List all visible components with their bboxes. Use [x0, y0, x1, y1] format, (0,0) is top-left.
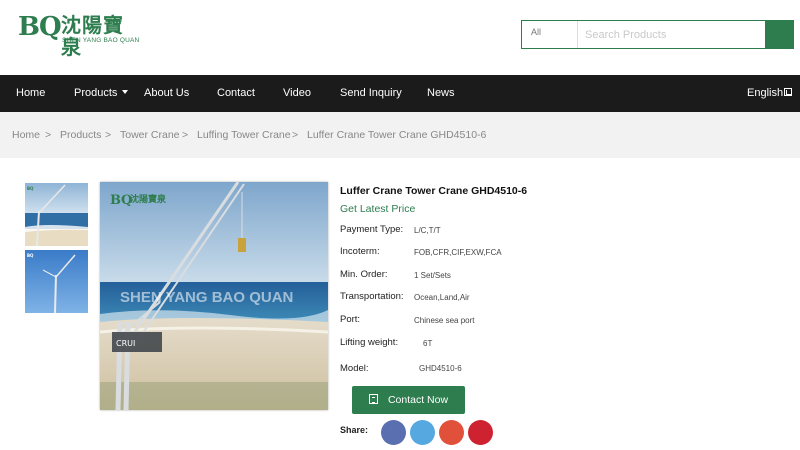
- spec-value-payment-type: L/C,T/T: [414, 226, 441, 235]
- nav-label: Video: [283, 87, 311, 99]
- thumbnail-2[interactable]: BQ: [25, 250, 88, 313]
- search-category-select[interactable]: All: [522, 21, 578, 48]
- language-label: English: [747, 87, 784, 99]
- logo-chinese-name: 沈陽寶泉: [61, 13, 124, 59]
- thumbnail-image: BQ: [25, 250, 88, 313]
- breadcrumb-separator: >: [45, 129, 52, 141]
- breadcrumb-separator: >: [182, 129, 189, 141]
- product-main-image[interactable]: CRUI BQ 沈陽寶泉 SHEN YANG BAO QUAN: [100, 182, 328, 410]
- svg-text:BQ: BQ: [27, 186, 34, 191]
- spec-value-incoterm: FOB,CFR,CIF,EXW,FCA: [414, 248, 502, 257]
- breadcrumb-separator: >: [105, 129, 112, 141]
- chevron-down-icon: [122, 90, 129, 94]
- get-latest-price-link[interactable]: Get Latest Price: [340, 203, 415, 215]
- nav-item-send-inquiry[interactable]: Send Inquiry: [340, 75, 402, 112]
- spec-value-port: Chinese sea port: [414, 316, 475, 325]
- logo-mark: BQ: [18, 12, 62, 42]
- search-input[interactable]: [579, 21, 767, 48]
- nav-label: Home: [16, 87, 46, 99]
- breadcrumb-separator: >: [292, 129, 299, 141]
- nav-label: Products: [74, 87, 118, 99]
- spec-label-payment-type: Payment Type:: [340, 224, 404, 235]
- nav-item-contact[interactable]: Contact: [217, 75, 255, 112]
- spec-label-port: Port:: [340, 314, 361, 325]
- language-switcher[interactable]: English: [747, 75, 793, 112]
- search-button[interactable]: [765, 21, 793, 48]
- share-twitter-icon[interactable]: [410, 420, 435, 445]
- site-header: BQ 沈陽寶泉 SHEN YANG BAO QUAN All: [0, 0, 800, 75]
- svg-text:CRUI: CRUI: [116, 339, 135, 348]
- spec-label-lifting-weight: Lifting weight:: [340, 337, 399, 348]
- nav-item-home[interactable]: Home: [16, 75, 45, 112]
- spec-label-incoterm: Incoterm:: [340, 246, 380, 257]
- product-photo: CRUI BQ 沈陽寶泉 SHEN YANG BAO QUAN: [100, 182, 328, 410]
- site-logo[interactable]: BQ 沈陽寶泉 SHEN YANG BAO QUAN: [18, 12, 139, 58]
- spec-value-model: GHD4510-6: [419, 364, 462, 373]
- main-nav: Home Products About Us Contact Video Sen…: [0, 75, 800, 112]
- thumbnail-1[interactable]: BQ: [25, 183, 88, 246]
- spec-label-transportation: Transportation:: [340, 291, 404, 302]
- search-bar: All: [521, 20, 794, 49]
- share-facebook-icon[interactable]: [381, 420, 406, 445]
- spec-label-model: Model:: [340, 363, 369, 374]
- thumbnail-image: BQ: [25, 183, 88, 246]
- image-logo-mark: BQ: [110, 193, 132, 208]
- spec-label-min-order: Min. Order:: [340, 269, 388, 280]
- breadcrumb: Home > Products > Tower Crane > Luffing …: [0, 112, 800, 158]
- nav-item-about-us[interactable]: About Us: [144, 75, 189, 112]
- breadcrumb-tower-crane[interactable]: Tower Crane: [120, 129, 180, 141]
- external-link-icon: [784, 88, 793, 96]
- envelope-icon: [368, 394, 378, 404]
- breadcrumb-luffing-tower-crane[interactable]: Luffing Tower Crane: [197, 129, 291, 141]
- nav-label: News: [427, 87, 455, 99]
- spec-value-lifting-weight: 6T: [423, 339, 433, 348]
- image-watermark: SHEN YANG BAO QUAN: [120, 289, 293, 306]
- nav-item-products[interactable]: Products: [74, 75, 129, 112]
- breadcrumb-current: Luffer Crane Tower Crane GHD4510-6: [307, 129, 487, 141]
- nav-item-video[interactable]: Video: [283, 75, 311, 112]
- breadcrumb-home[interactable]: Home: [12, 129, 40, 141]
- share-google-plus-icon[interactable]: [439, 420, 464, 445]
- svg-text:BQ: BQ: [27, 253, 34, 258]
- nav-label: Send Inquiry: [340, 87, 402, 99]
- spec-value-min-order: 1 Set/Sets: [414, 271, 451, 280]
- nav-item-news[interactable]: News: [427, 75, 455, 112]
- breadcrumb-products[interactable]: Products: [60, 129, 101, 141]
- nav-label: About Us: [144, 87, 190, 99]
- share-pinterest-icon[interactable]: [468, 420, 493, 445]
- logo-english-name: SHEN YANG BAO QUAN: [62, 37, 140, 44]
- image-logo-cn: 沈陽寶泉: [130, 193, 167, 205]
- contact-now-label: Contact Now: [387, 394, 449, 406]
- spec-value-transportation: Ocean,Land,Air: [414, 293, 470, 302]
- share-label: Share:: [340, 425, 369, 435]
- nav-label: Contact: [217, 87, 255, 99]
- product-title: Luffer Crane Tower Crane GHD4510-6: [340, 185, 528, 197]
- contact-now-button[interactable]: Contact Now: [352, 386, 465, 414]
